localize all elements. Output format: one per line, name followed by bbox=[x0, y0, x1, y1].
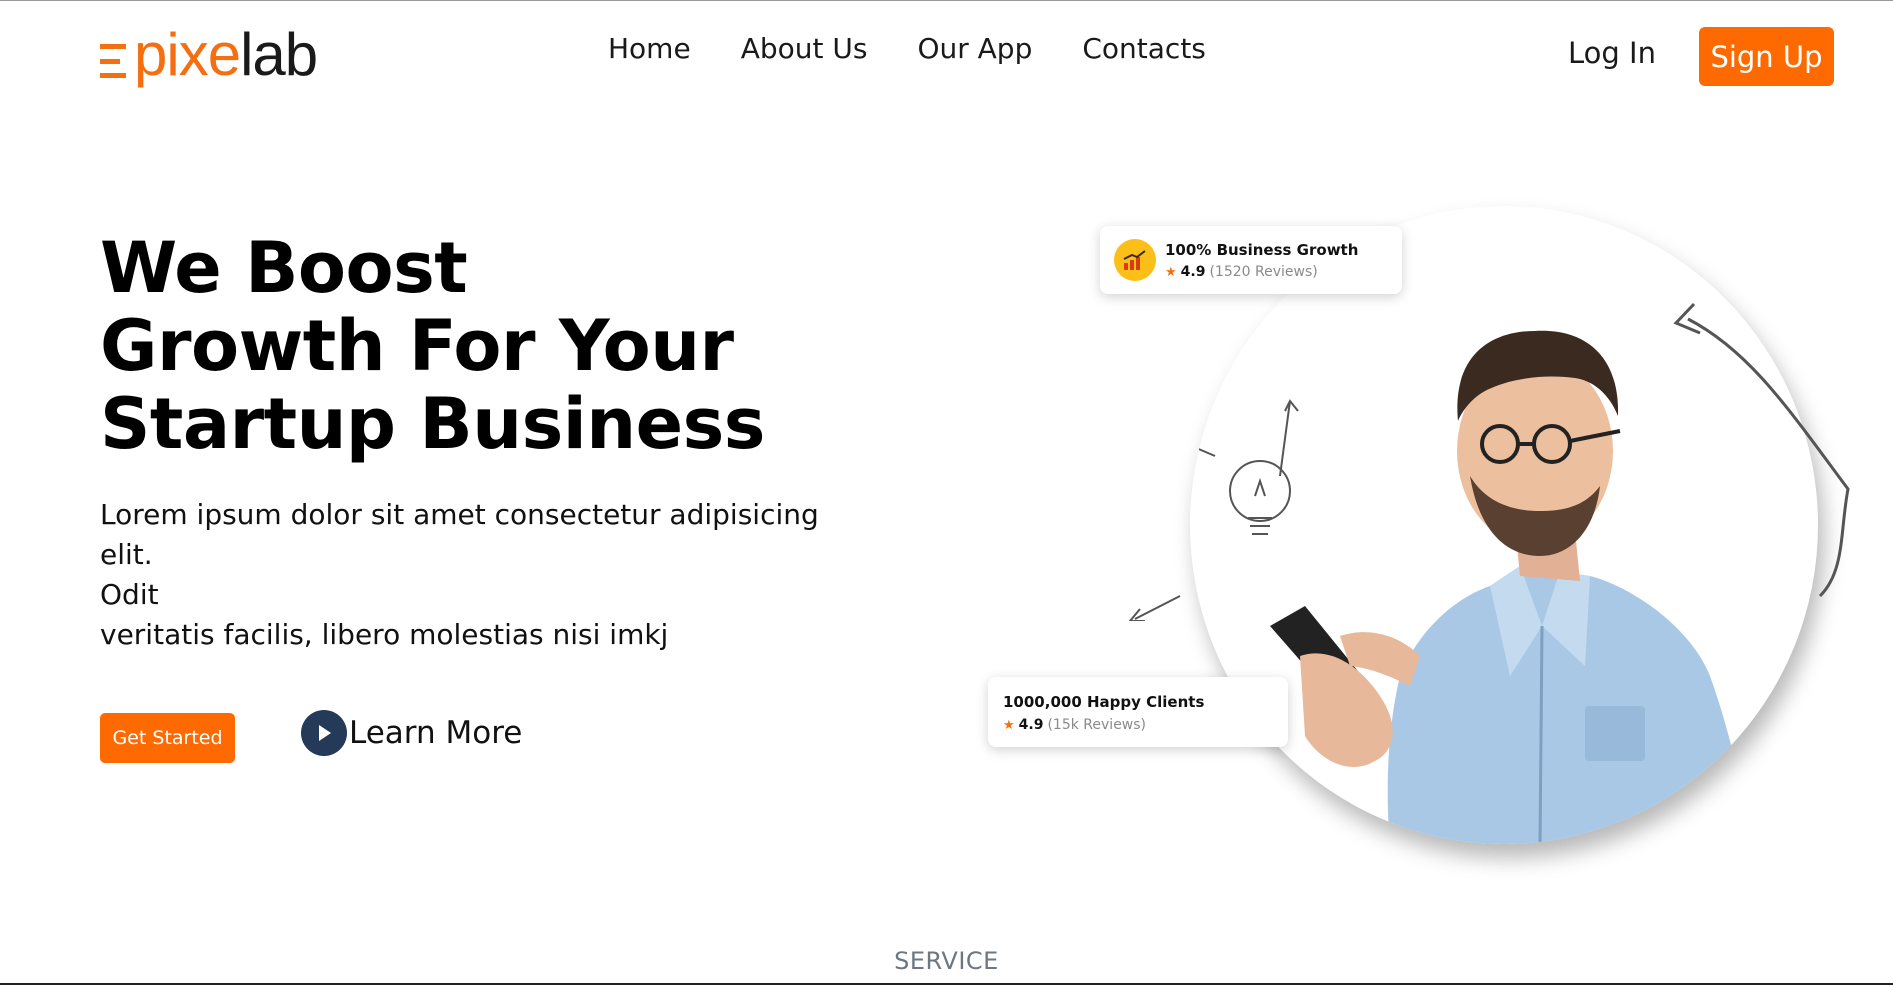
hero-desc-line: Odit bbox=[100, 578, 159, 611]
nav-about-us[interactable]: About Us bbox=[741, 29, 868, 69]
learn-more-button[interactable]: Learn More bbox=[301, 710, 522, 756]
logo-text-lab: lab bbox=[240, 21, 318, 88]
play-icon bbox=[301, 710, 347, 756]
hero-desc-line: Lorem ipsum dolor sit amet consectetur a… bbox=[100, 498, 819, 571]
hero-title-line: Startup Business bbox=[100, 383, 765, 465]
signup-button[interactable]: Sign Up bbox=[1699, 27, 1834, 86]
section-label-service: SERVICE bbox=[894, 947, 999, 975]
stat-title: 100% Business Growth bbox=[1165, 241, 1359, 259]
brand-logo[interactable]: pixe lab bbox=[100, 19, 318, 91]
hero-desc-line: veritatis facilis, libero molestias nisi… bbox=[100, 618, 669, 651]
login-link[interactable]: Log In bbox=[1568, 33, 1656, 73]
rating-score: 4.9 bbox=[1018, 717, 1044, 733]
stat-rating: ★ 4.9 (1520 Reviews) bbox=[1165, 264, 1318, 280]
stat-rating: ★ 4.9 (15k Reviews) bbox=[1003, 717, 1146, 733]
logo-text-pixe: pixe bbox=[134, 21, 241, 88]
main-nav: Home About Us Our App Contacts bbox=[608, 29, 1206, 69]
stat-card: 100% Business Growth ★ 4.9 (1520 Reviews… bbox=[1100, 226, 1402, 294]
get-started-button[interactable]: Get Started bbox=[100, 713, 235, 763]
review-count: (1520 Reviews) bbox=[1209, 264, 1318, 280]
star-icon: ★ bbox=[1003, 717, 1015, 733]
learn-more-label: Learn More bbox=[349, 715, 523, 751]
nav-contacts[interactable]: Contacts bbox=[1082, 29, 1206, 69]
nav-our-app[interactable]: Our App bbox=[917, 29, 1032, 69]
star-icon: ★ bbox=[1165, 264, 1177, 280]
rating-score: 4.9 bbox=[1180, 264, 1206, 280]
hero-title: We Boost Growth For Your Startup Busines… bbox=[100, 229, 765, 463]
nav-home[interactable]: Home bbox=[608, 29, 691, 69]
stat-card: 1000,000 Happy Clients ★ 4.9 (15k Review… bbox=[988, 677, 1288, 747]
logo-mark-icon bbox=[100, 44, 126, 78]
review-count: (15k Reviews) bbox=[1047, 717, 1147, 733]
hero-title-line: Growth For Your bbox=[100, 305, 734, 387]
hero-title-line: We Boost bbox=[100, 227, 468, 309]
growth-chart-icon bbox=[1114, 239, 1156, 281]
hero-description: Lorem ipsum dolor sit amet consectetur a… bbox=[100, 495, 860, 655]
stat-title: 1000,000 Happy Clients bbox=[1003, 693, 1205, 711]
